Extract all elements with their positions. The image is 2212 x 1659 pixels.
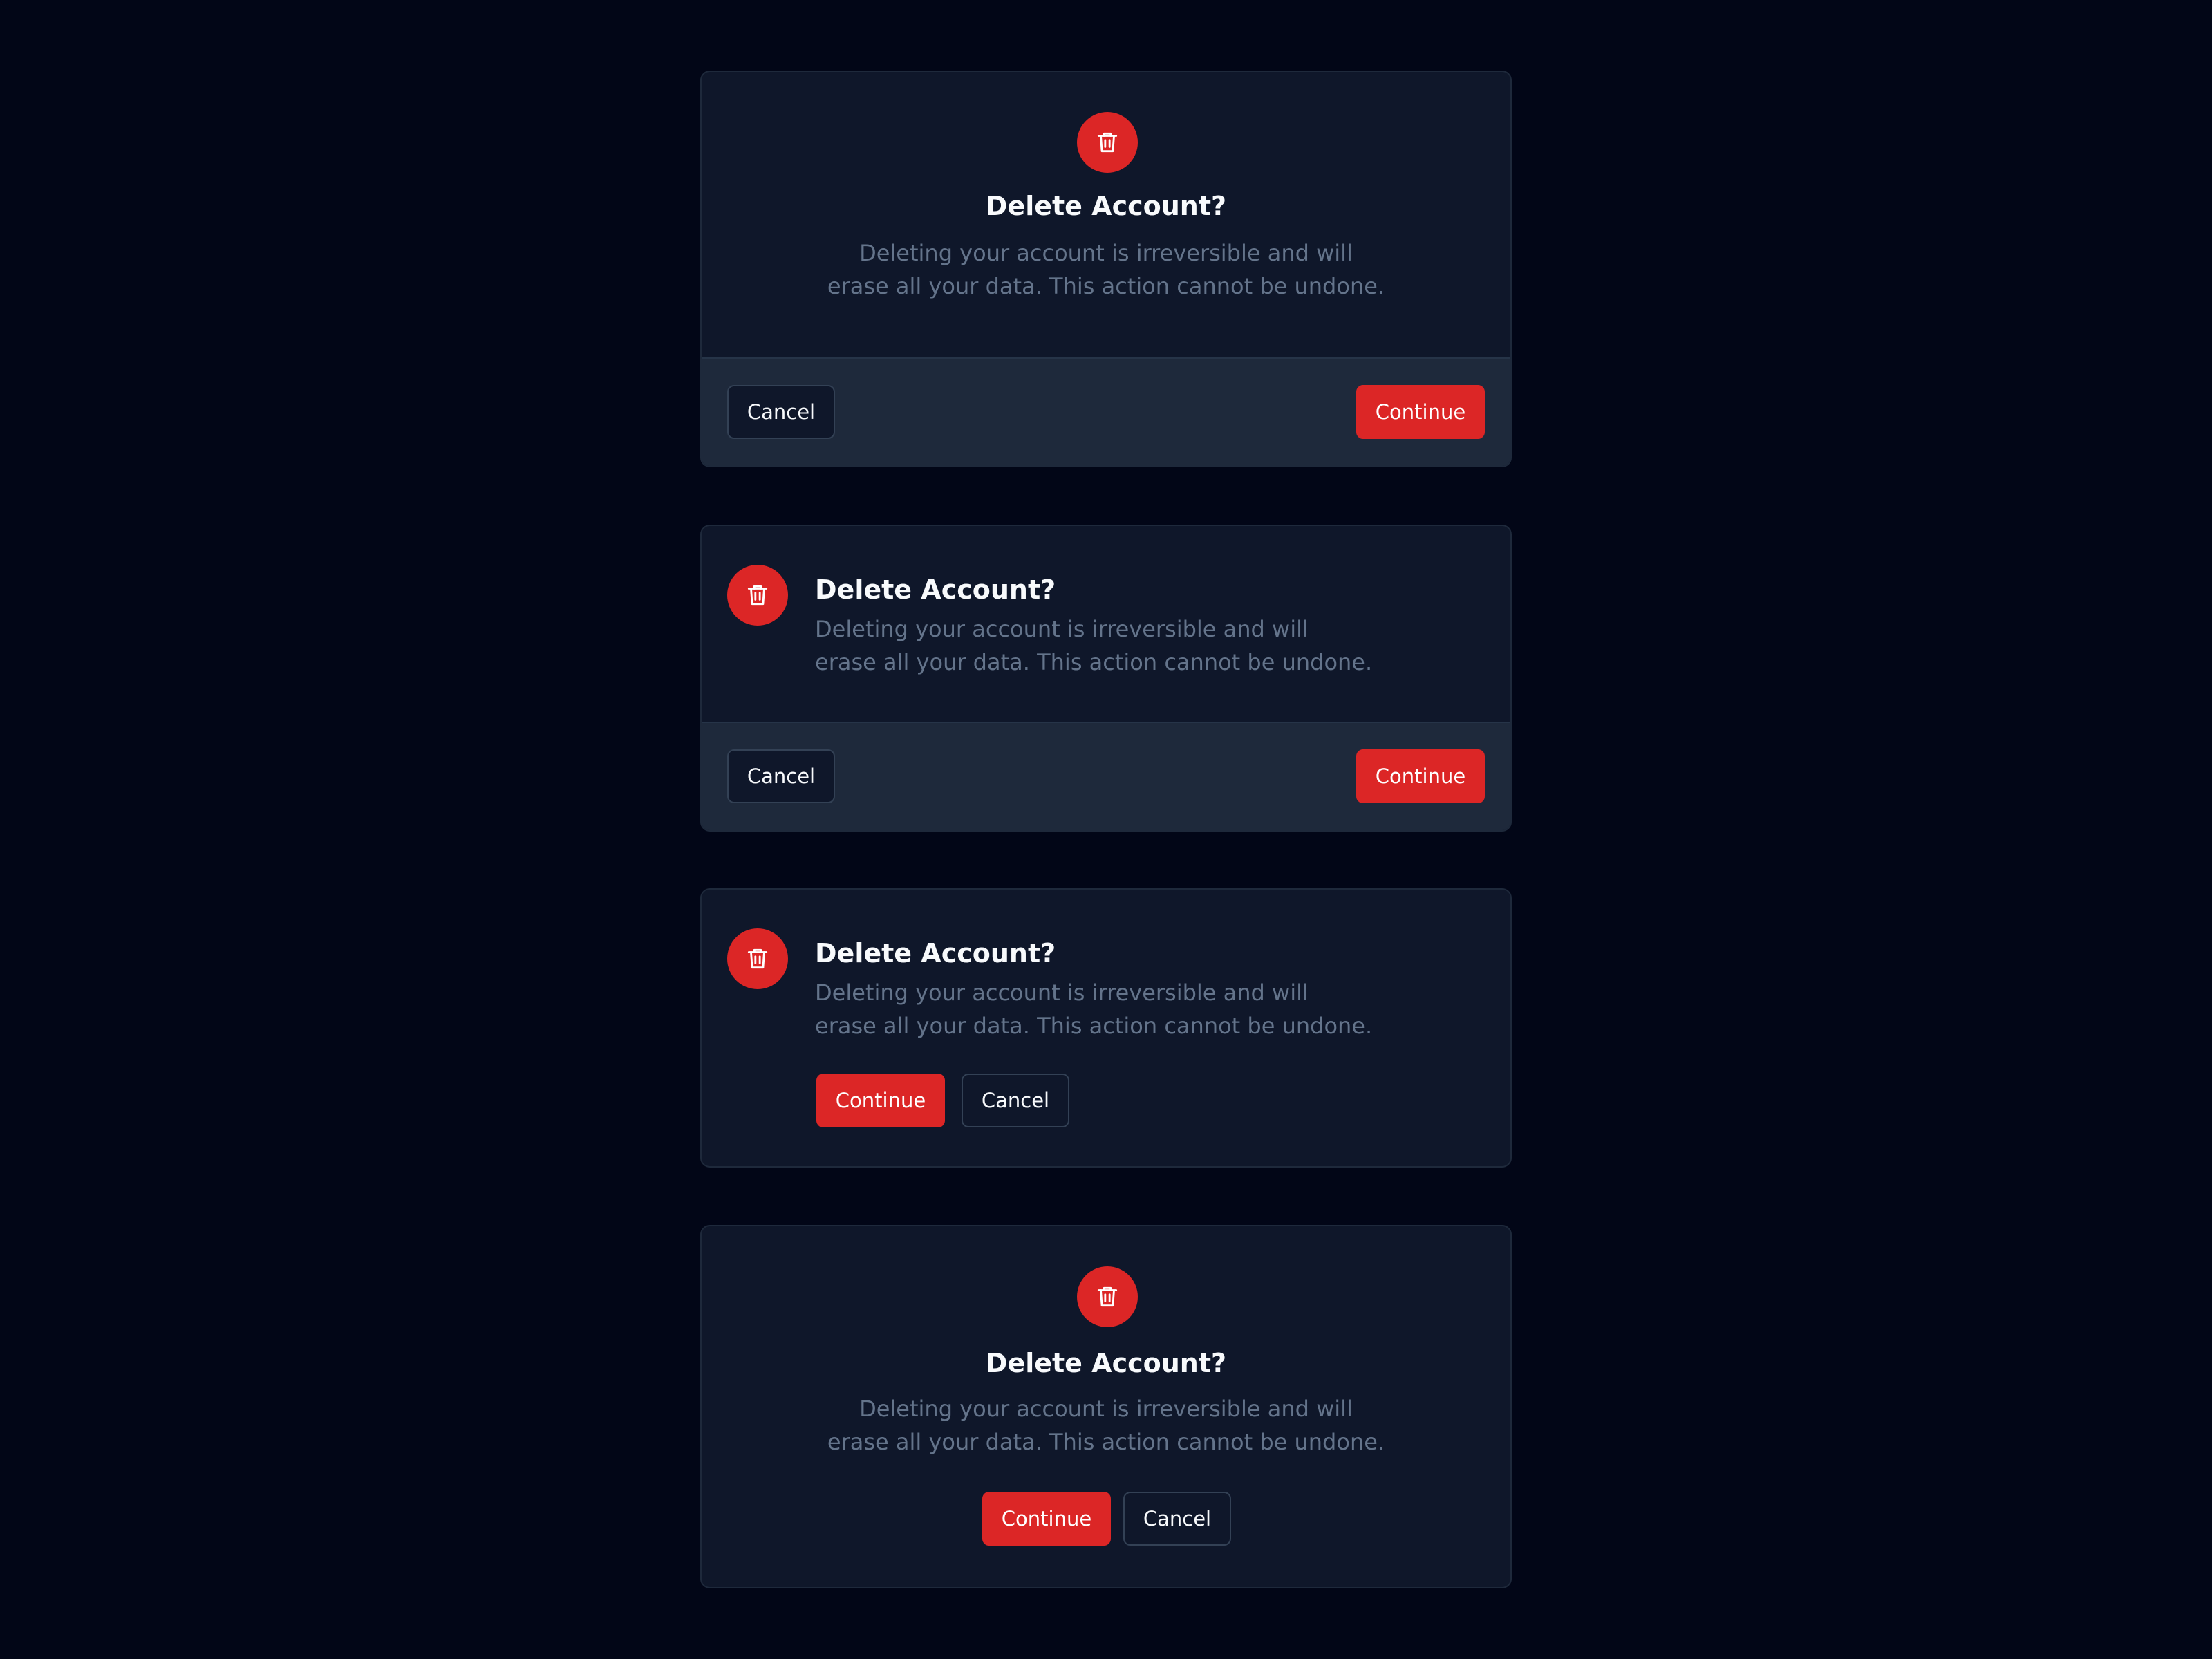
- description-line: Deleting your account is irreversible an…: [859, 1396, 1353, 1422]
- description-line: Deleting your account is irreversible an…: [815, 616, 1309, 642]
- dialog-description: Deleting your account is irreversible an…: [702, 236, 1510, 303]
- cancel-button[interactable]: Cancel: [727, 385, 835, 439]
- description-line: erase all your data. This action cannot …: [815, 649, 1373, 675]
- delete-account-dialog-centered-footer: Delete Account? Deleting your account is…: [700, 71, 1512, 467]
- delete-account-dialog-centered-inline: Delete Account? Deleting your account is…: [700, 1225, 1512, 1588]
- cancel-button[interactable]: Cancel: [727, 749, 835, 803]
- dialog-title: Delete Account?: [985, 1348, 1227, 1378]
- page: Delete Account? Deleting your account is…: [0, 0, 2212, 1659]
- dialog-body: Delete Account? Deleting your account is…: [702, 526, 1510, 722]
- continue-button[interactable]: Continue: [982, 1492, 1111, 1546]
- dialog-title: Delete Account?: [815, 938, 1056, 968]
- trash-icon: [1077, 112, 1138, 173]
- dialog-description: Deleting your account is irreversible an…: [815, 976, 1372, 1042]
- continue-button[interactable]: Continue: [1356, 749, 1485, 803]
- description-line: erase all your data. This action cannot …: [827, 1429, 1385, 1455]
- cancel-button[interactable]: Cancel: [962, 1074, 1069, 1127]
- delete-account-dialog-left-inline: Delete Account? Deleting your account is…: [700, 888, 1512, 1168]
- trash-icon: [1077, 1266, 1138, 1327]
- dialog-footer: Cancel Continue: [702, 357, 1510, 466]
- delete-account-dialog-left-footer: Delete Account? Deleting your account is…: [700, 525, 1512, 832]
- trash-icon: [727, 565, 788, 626]
- description-line: erase all your data. This action cannot …: [827, 273, 1385, 299]
- dialog-title: Delete Account?: [815, 574, 1056, 605]
- dialog-description: Deleting your account is irreversible an…: [815, 612, 1372, 679]
- dialog-footer: Cancel Continue: [702, 722, 1510, 830]
- description-line: erase all your data. This action cannot …: [815, 1013, 1373, 1039]
- continue-button[interactable]: Continue: [1356, 385, 1485, 439]
- dialog-title: Delete Account?: [985, 191, 1227, 221]
- dialog-description: Deleting your account is irreversible an…: [702, 1392, 1510, 1459]
- description-line: Deleting your account is irreversible an…: [815, 980, 1309, 1006]
- trash-icon: [727, 928, 788, 989]
- continue-button[interactable]: Continue: [816, 1074, 945, 1127]
- description-line: Deleting your account is irreversible an…: [859, 240, 1353, 266]
- dialog-body: Delete Account? Deleting your account is…: [702, 72, 1510, 359]
- cancel-button[interactable]: Cancel: [1123, 1492, 1231, 1546]
